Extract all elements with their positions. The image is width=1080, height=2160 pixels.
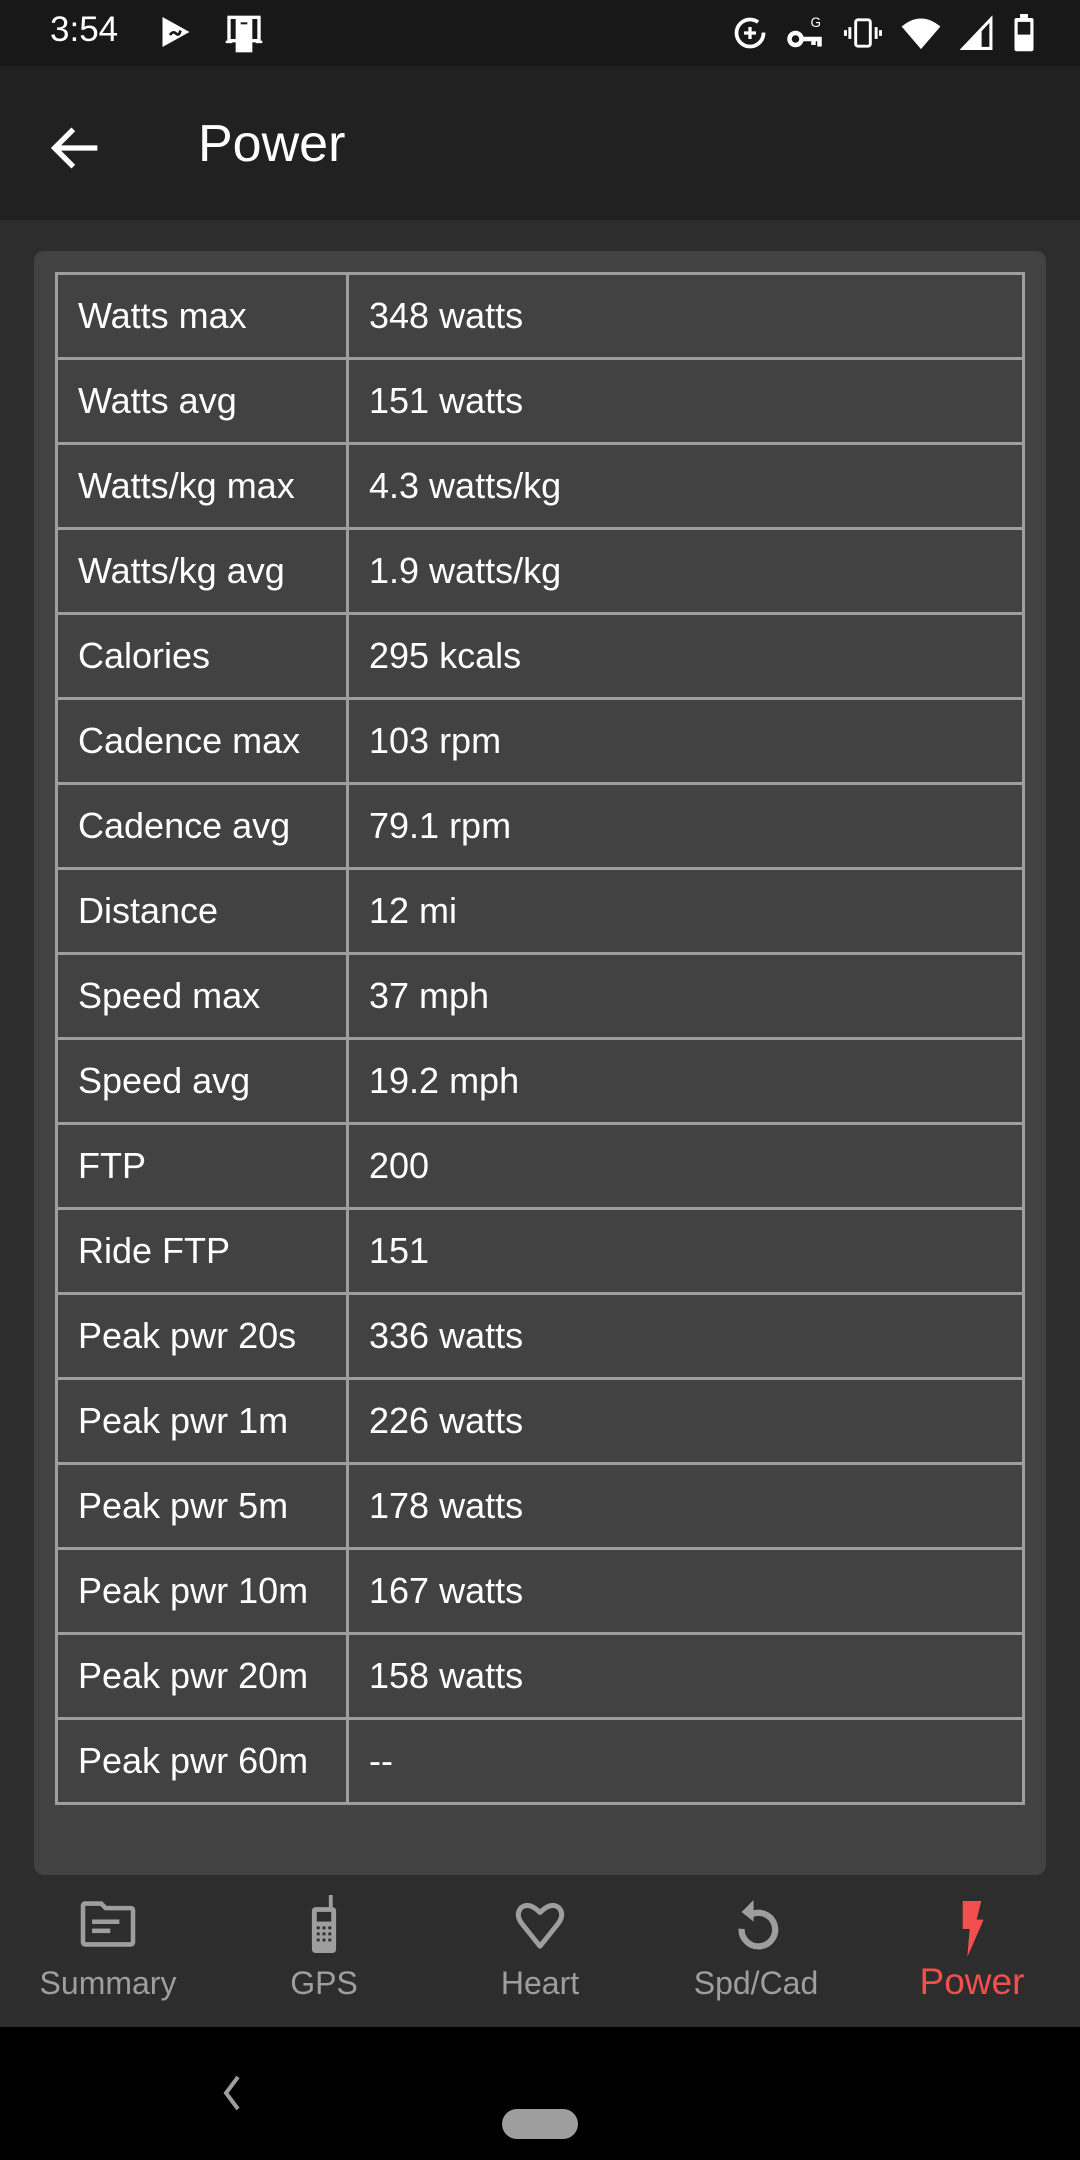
stat-value: -- (346, 1717, 1025, 1805)
table-row: Cadence avg 79.1 rpm (55, 782, 1025, 870)
table-row: Peak pwr 10m 167 watts (55, 1547, 1025, 1635)
stat-value: 19.2 mph (346, 1037, 1025, 1125)
nav-item-gps[interactable]: GPS (216, 1875, 432, 2027)
stat-label: Cadence max (55, 697, 349, 785)
stat-value: 12 mi (346, 867, 1025, 955)
stat-value: 167 watts (346, 1547, 1025, 1635)
device-icon (224, 14, 264, 54)
stat-label: Distance (55, 867, 349, 955)
battery-icon (1012, 14, 1036, 52)
system-navigation-bar (0, 2027, 1080, 2160)
nav-item-summary[interactable]: Summary (0, 1875, 216, 2027)
media-player-icon (158, 14, 194, 54)
table-row: Watts max 348 watts (55, 272, 1025, 360)
nav-item-power[interactable]: Power (864, 1875, 1080, 2027)
table-row: Peak pwr 5m 178 watts (55, 1462, 1025, 1550)
table-row: Ride FTP 151 (55, 1207, 1025, 1295)
wifi-icon (900, 15, 942, 51)
vpn-key-icon: G (786, 15, 826, 51)
stat-value: 295 kcals (346, 612, 1025, 700)
stat-label: FTP (55, 1122, 349, 1210)
stat-value: 4.3 watts/kg (346, 442, 1025, 530)
table-row: Watts/kg avg 1.9 watts/kg (55, 527, 1025, 615)
bottom-navigation: Summary GPS Heart Spd/Cad Power (0, 1875, 1080, 2027)
arrow-back-icon (50, 127, 98, 169)
table-row: Watts/kg max 4.3 watts/kg (55, 442, 1025, 530)
table-row: FTP 200 (55, 1122, 1025, 1210)
table-row: Distance 12 mi (55, 867, 1025, 955)
stats-table: Watts max 348 watts Watts avg 151 watts Watt… (55, 272, 1025, 1805)
stat-label: Ride FTP (55, 1207, 349, 1295)
stat-label: Cadence avg (55, 782, 349, 870)
stat-value: 226 watts (346, 1377, 1025, 1465)
stat-value: 1.9 watts/kg (346, 527, 1025, 615)
stat-value: 336 watts (346, 1292, 1025, 1380)
app-bar: Power (0, 66, 1080, 220)
stats-card: Watts max 348 watts Watts avg 151 watts Watt… (34, 251, 1046, 1875)
stat-value: 79.1 rpm (346, 782, 1025, 870)
stat-label: Peak pwr 10m (55, 1547, 349, 1635)
stat-label: Peak pwr 1m (55, 1377, 349, 1465)
system-back-button[interactable] (222, 2075, 242, 2116)
stat-label: Speed avg (55, 1037, 349, 1125)
folder-summary-icon (78, 1899, 138, 1954)
stat-value: 200 (346, 1122, 1025, 1210)
phone-gps-icon (309, 1895, 339, 1958)
stat-value: 178 watts (346, 1462, 1025, 1550)
data-saver-icon (732, 15, 768, 51)
table-row: Peak pwr 1m 226 watts (55, 1377, 1025, 1465)
status-bar: 3:54 G (0, 0, 1080, 66)
nav-label: Spd/Cad (693, 1965, 819, 2001)
stat-value: 37 mph (346, 952, 1025, 1040)
nav-item-spd-cad[interactable]: Spd/Cad (648, 1875, 864, 2027)
lightning-bolt-icon (956, 1901, 988, 1962)
cell-signal-icon (960, 15, 994, 51)
rotate-icon (732, 1895, 780, 1958)
stat-value: 348 watts (346, 272, 1025, 360)
stat-label: Watts max (55, 272, 349, 360)
chevron-left-icon (223, 2075, 240, 2111)
status-time: 3:54 (50, 10, 119, 49)
nav-label: Summary (39, 1965, 177, 2001)
table-row: Peak pwr 20m 158 watts (55, 1632, 1025, 1720)
nav-label: GPS (290, 1965, 358, 2001)
stat-label: Speed max (55, 952, 349, 1040)
stat-label: Watts avg (55, 357, 349, 445)
stat-label: Peak pwr 20s (55, 1292, 349, 1380)
heart-icon (512, 1899, 568, 1958)
table-row: Watts avg 151 watts (55, 357, 1025, 445)
stat-label: Peak pwr 5m (55, 1462, 349, 1550)
table-row: Speed avg 19.2 mph (55, 1037, 1025, 1125)
page-title: Power (198, 115, 346, 173)
stat-value: 151 watts (346, 357, 1025, 445)
stat-label: Calories (55, 612, 349, 700)
back-button[interactable] (44, 116, 108, 180)
content-area: Watts max 348 watts Watts avg 151 watts Watt… (0, 220, 1080, 1875)
table-row: Peak pwr 20s 336 watts (55, 1292, 1025, 1380)
stat-value: 158 watts (346, 1632, 1025, 1720)
table-row: Peak pwr 60m -- (55, 1717, 1025, 1805)
stat-value: 151 (346, 1207, 1025, 1295)
nav-label: Heart (500, 1965, 580, 2001)
stat-label: Watts/kg max (55, 442, 349, 530)
svg-text:G: G (811, 15, 822, 30)
stat-label: Peak pwr 20m (55, 1632, 349, 1720)
stat-value: 103 rpm (346, 697, 1025, 785)
stat-label: Watts/kg avg (55, 527, 349, 615)
table-row: Cadence max 103 rpm (55, 697, 1025, 785)
table-row: Calories 295 kcals (55, 612, 1025, 700)
vibrate-icon (844, 15, 882, 51)
nav-label: Power (919, 1961, 1025, 2002)
stat-label: Peak pwr 60m (55, 1717, 349, 1805)
system-home-button[interactable] (502, 2109, 578, 2139)
nav-item-heart[interactable]: Heart (432, 1875, 648, 2027)
table-row: Speed max 37 mph (55, 952, 1025, 1040)
